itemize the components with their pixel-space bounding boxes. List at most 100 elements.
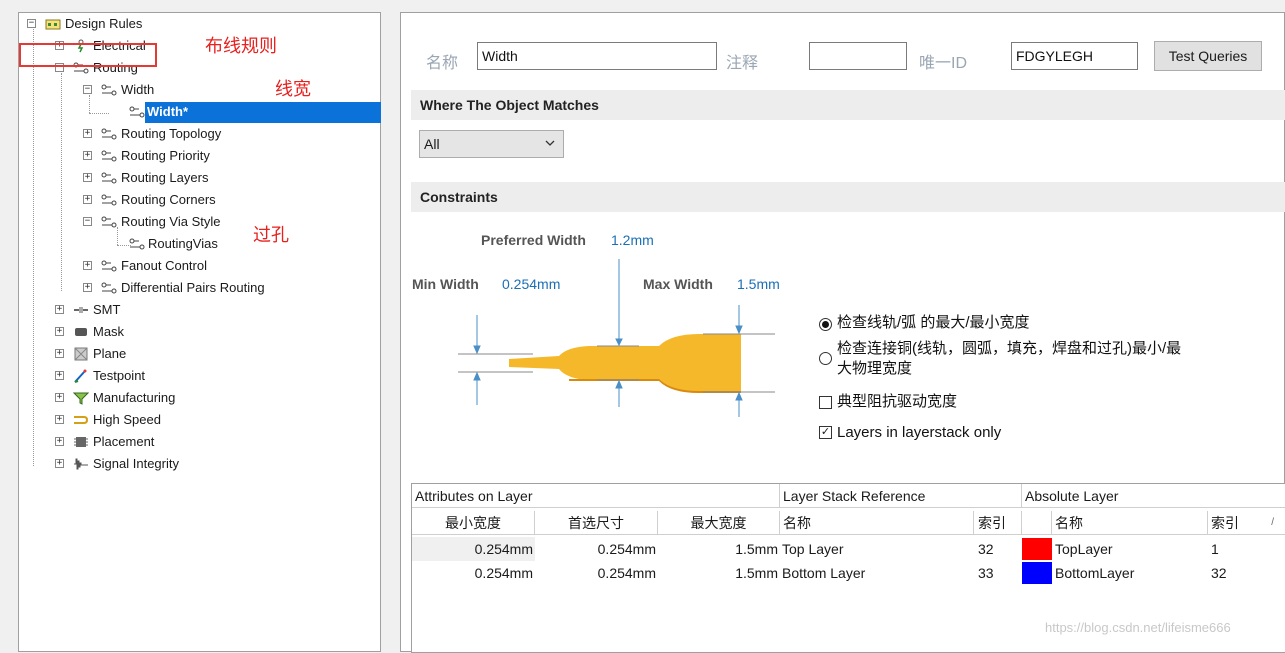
check-track-width-radio[interactable] bbox=[819, 318, 832, 331]
cell-layer-name: Top Layer bbox=[782, 541, 844, 557]
expand-toggle[interactable]: + bbox=[55, 437, 64, 446]
mask-icon bbox=[75, 328, 87, 336]
unique-id-input[interactable]: FDGYLEGH bbox=[1011, 42, 1138, 70]
rule-icon bbox=[129, 238, 145, 250]
tree-label: SMT bbox=[93, 302, 121, 317]
column-header-preferred[interactable]: 首选尺寸 bbox=[535, 511, 658, 535]
rule-tree[interactable]: − Design Rules + Electrical − Routing − … bbox=[18, 12, 381, 652]
impedance-driven-checkbox[interactable] bbox=[819, 396, 832, 409]
tree-label: Manufacturing bbox=[93, 390, 176, 405]
cell-preferred-width[interactable]: 0.254mm bbox=[535, 561, 658, 585]
rule-icon bbox=[101, 128, 117, 140]
chevron-down-icon bbox=[545, 140, 555, 146]
impedance-driven-label: 典型阻抗驱动宽度 bbox=[837, 393, 958, 410]
tree-label: RoutingVias bbox=[148, 236, 218, 251]
collapse-toggle[interactable]: − bbox=[27, 19, 36, 28]
rule-icon bbox=[129, 106, 145, 118]
layerstack-only-checkbox[interactable]: ✓ bbox=[819, 426, 832, 439]
expand-toggle[interactable]: + bbox=[55, 459, 64, 468]
manufacturing-icon bbox=[73, 392, 89, 405]
tree-label: Routing Corners bbox=[121, 192, 216, 207]
rule-icon bbox=[101, 194, 117, 206]
tree-label: Placement bbox=[93, 434, 155, 449]
expand-toggle[interactable]: + bbox=[83, 173, 92, 182]
expand-toggle[interactable]: + bbox=[55, 327, 64, 336]
check-copper-width-label-cont: 大物理宽度 bbox=[837, 360, 913, 377]
column-header-max-width[interactable]: 最大宽度 bbox=[658, 511, 780, 535]
comment-input[interactable] bbox=[809, 42, 907, 70]
collapse-toggle[interactable]: − bbox=[83, 217, 92, 226]
tree-line bbox=[89, 113, 109, 114]
tree-line bbox=[33, 27, 34, 466]
rule-icon bbox=[101, 150, 117, 162]
annotation-width: 线宽 bbox=[275, 79, 311, 100]
tree-label: High Speed bbox=[93, 412, 161, 427]
plane-icon bbox=[74, 347, 88, 361]
group-header-attributes: Attributes on Layer bbox=[412, 484, 780, 508]
column-header-min-width[interactable]: 最小宽度 bbox=[412, 511, 535, 535]
cell-layer-index: 32 bbox=[978, 541, 994, 557]
match-scope-select[interactable]: All bbox=[419, 130, 564, 158]
high-speed-icon bbox=[74, 416, 89, 424]
tree-label: Differential Pairs Routing bbox=[121, 280, 265, 295]
column-header-layer-index[interactable]: 索引 bbox=[974, 511, 1022, 535]
expand-toggle[interactable]: + bbox=[83, 195, 92, 204]
tree-label: Width bbox=[121, 82, 155, 97]
expand-toggle[interactable]: + bbox=[55, 305, 64, 314]
group-header-layer-stack: Layer Stack Reference bbox=[780, 484, 1022, 508]
tree-label: Routing Layers bbox=[121, 170, 209, 185]
expand-toggle[interactable]: + bbox=[55, 393, 64, 402]
name-input[interactable]: Width bbox=[477, 42, 717, 70]
rule-editor-panel: 名称 Width 注释 唯一ID FDGYLEGH Test Queries W… bbox=[400, 12, 1285, 653]
rule-icon bbox=[101, 216, 117, 228]
track-shape bbox=[509, 334, 741, 393]
unique-id-label: 唯一ID bbox=[919, 55, 968, 72]
tree-label: Routing Topology bbox=[121, 126, 222, 141]
tree-line bbox=[89, 95, 90, 113]
cell-max-width[interactable]: 1.5mm bbox=[658, 561, 780, 585]
cell-absolute-index: 1 bbox=[1211, 541, 1219, 557]
column-header-absolute-index[interactable]: 索引 / bbox=[1208, 511, 1285, 535]
column-header-absolute-name[interactable]: 名称 bbox=[1052, 511, 1208, 535]
expand-toggle[interactable]: + bbox=[55, 349, 64, 358]
tree-label: Signal Integrity bbox=[93, 456, 179, 471]
collapse-toggle[interactable]: − bbox=[83, 85, 92, 94]
annotation-routing: 布线规则 bbox=[205, 36, 277, 57]
tree-label: Width* bbox=[147, 104, 189, 119]
column-header-layer-name[interactable]: 名称 bbox=[780, 511, 974, 535]
cell-max-width[interactable]: 1.5mm bbox=[658, 537, 780, 561]
check-copper-width-radio[interactable] bbox=[819, 352, 832, 365]
expand-toggle[interactable]: + bbox=[83, 283, 92, 292]
comment-label: 注释 bbox=[726, 55, 759, 72]
expand-toggle[interactable]: + bbox=[83, 151, 92, 160]
cell-layer-index: 33 bbox=[978, 565, 994, 581]
expand-toggle[interactable]: + bbox=[83, 261, 92, 270]
layer-color-swatch bbox=[1022, 562, 1052, 584]
annotation-via: 过孔 bbox=[253, 225, 289, 246]
constraints-header: Constraints bbox=[411, 182, 1285, 212]
watermark-text: https://blog.csdn.net/lifeisme666 bbox=[1045, 620, 1231, 635]
cell-absolute-name: TopLayer bbox=[1055, 541, 1113, 557]
cell-min-width[interactable]: 0.254mm bbox=[412, 561, 535, 585]
tree-label: Routing Priority bbox=[121, 148, 210, 163]
rule-icon bbox=[101, 172, 117, 184]
cell-preferred-width[interactable]: 0.254mm bbox=[535, 537, 658, 561]
expand-toggle[interactable]: + bbox=[55, 371, 64, 380]
testpoint-icon bbox=[74, 369, 87, 383]
cell-layer-name: Bottom Layer bbox=[782, 565, 866, 581]
column-header-absolute-index-label: 索引 bbox=[1211, 515, 1239, 531]
expand-toggle[interactable]: + bbox=[55, 415, 64, 424]
where-object-matches-header: Where The Object Matches bbox=[411, 90, 1285, 120]
test-queries-button[interactable]: Test Queries bbox=[1154, 41, 1262, 71]
cell-min-width[interactable]: 0.254mm bbox=[412, 537, 535, 561]
column-header-color[interactable] bbox=[1022, 511, 1052, 535]
tree-label: Mask bbox=[93, 324, 125, 339]
signal-integrity-icon bbox=[74, 458, 88, 470]
smt-icon bbox=[74, 307, 88, 313]
placement-icon bbox=[74, 437, 88, 447]
name-label: 名称 bbox=[426, 55, 459, 72]
check-track-width-label: 检查线轨/弧 的最大/最小宽度 bbox=[837, 314, 1030, 331]
rule-icon bbox=[101, 260, 117, 272]
layer-color-swatch bbox=[1022, 538, 1052, 560]
expand-toggle[interactable]: + bbox=[83, 129, 92, 138]
